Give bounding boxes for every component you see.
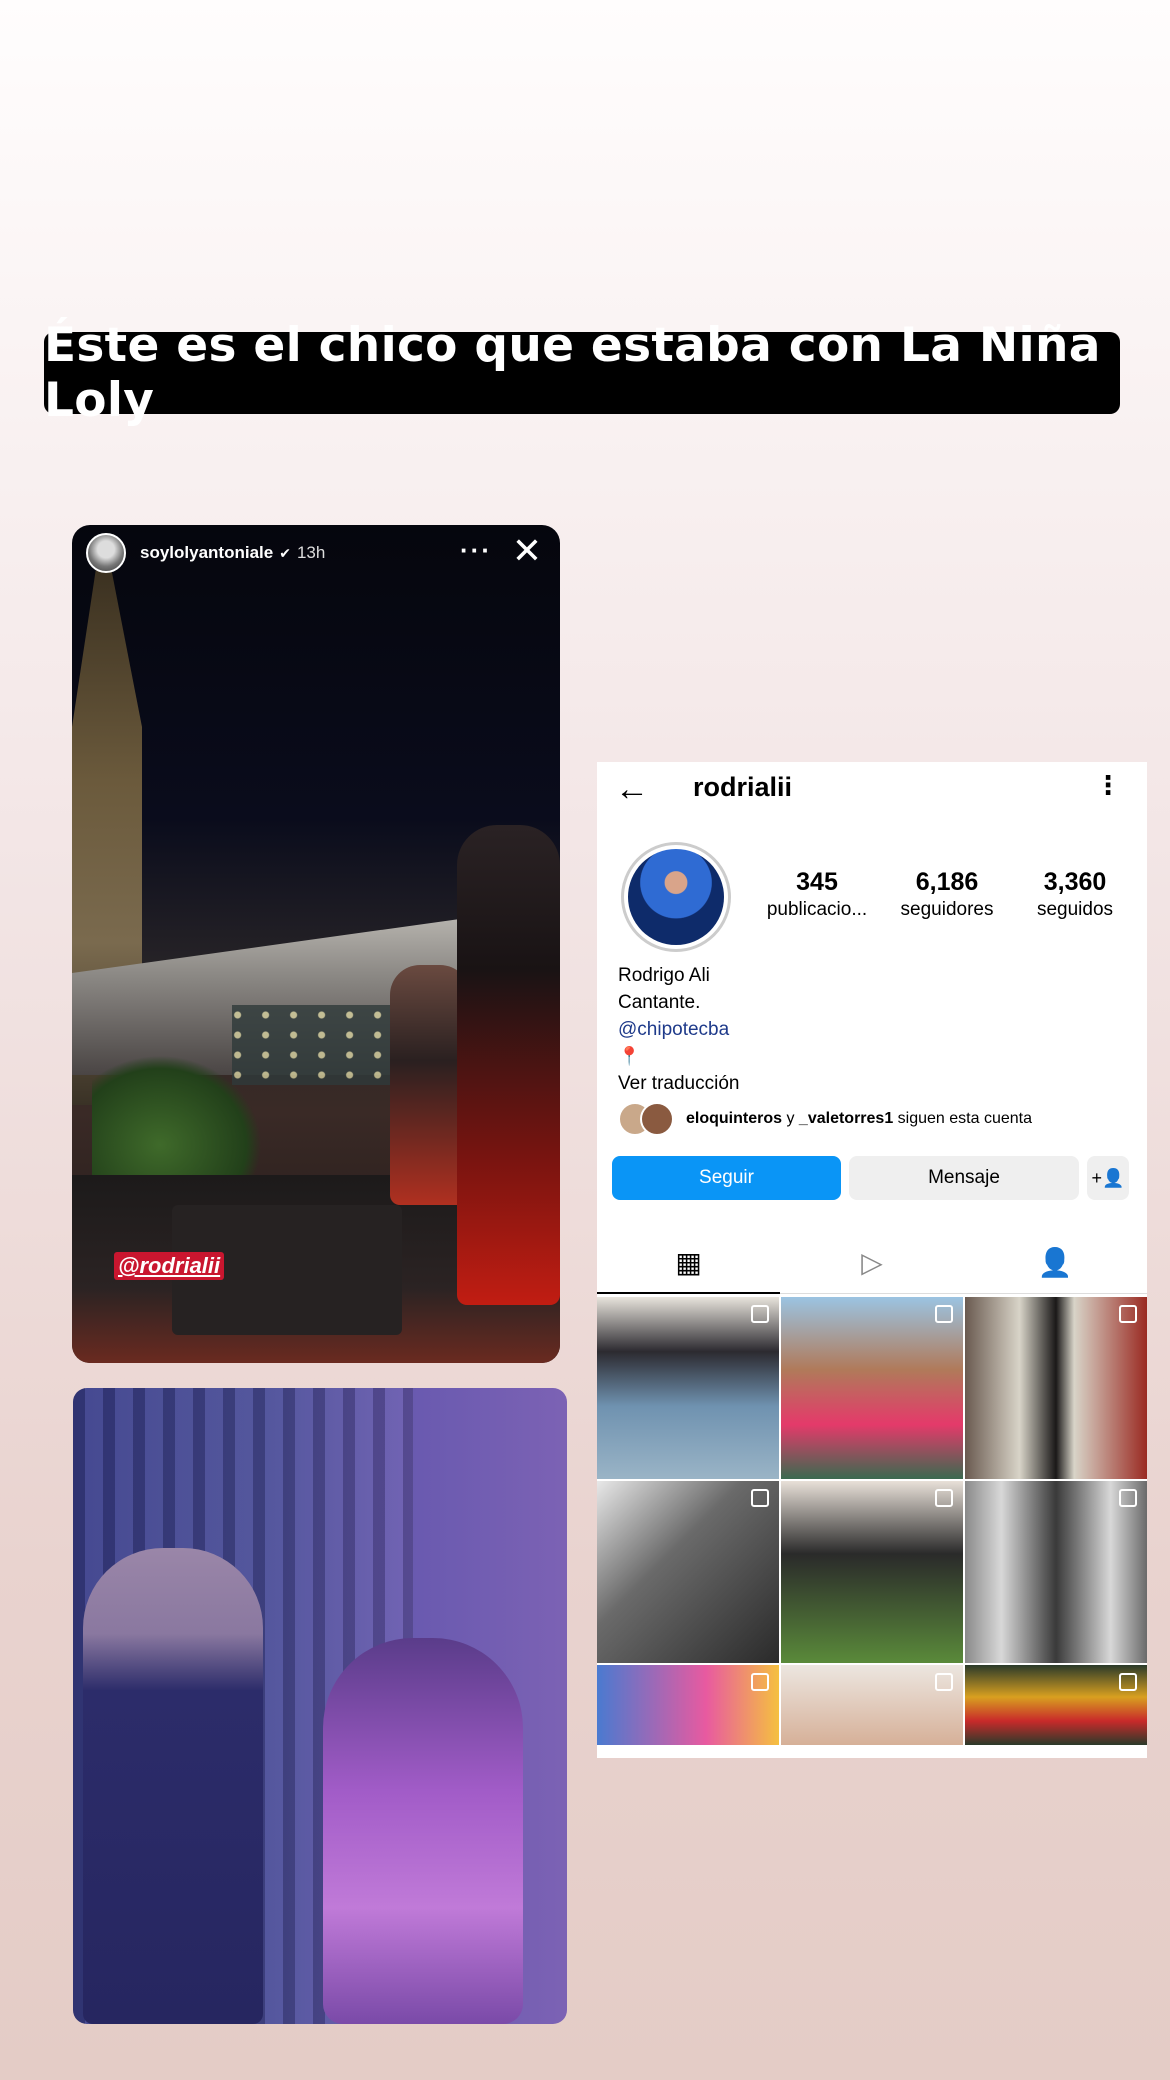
avatar[interactable] [86,533,126,573]
message-button[interactable]: Mensaje [849,1156,1079,1200]
profile-bio: Rodrigo Ali Cantante. @chipotecba 📍 Ver … [618,962,739,1097]
more-horizontal-icon[interactable]: ··· [460,535,492,566]
story-card-video [73,1388,567,2024]
followed-by[interactable]: eloquinteros y _valetorres1 siguen esta … [618,1102,1032,1136]
story-time: 13h [296,543,326,562]
stat-following[interactable]: 3,360 seguidos [1015,868,1135,921]
stat-posts[interactable]: 345 publicacio... [757,868,877,921]
reels-icon[interactable]: ▷ [780,1232,964,1294]
post-thumbnail[interactable] [965,1297,1147,1479]
posts-grid [597,1297,1147,1745]
person-woman [323,1638,523,2024]
add-person-icon[interactable]: +👤 [1087,1156,1129,1200]
stat-posts-value: 345 [796,868,838,896]
profile-actions: Seguir Mensaje +👤 [612,1156,1129,1200]
multi-photo-icon [935,1489,953,1507]
stat-following-value: 3,360 [1043,868,1107,896]
tagged-icon[interactable]: 👤 [963,1232,1147,1294]
back-arrow-icon[interactable]: ← [615,770,649,809]
stat-following-label: seguidos [1036,899,1114,920]
avatar [640,1102,674,1136]
profile-username: rodrialii [693,772,793,802]
profile-tabs: ▦ ▷ 👤 [597,1232,1147,1294]
story-banner-text: Éste es el chico que estaba con La Niña … [44,318,1120,428]
instagram-profile: ← rodrialii ⋮ 345 publicacio... 6,186 se… [597,762,1147,1758]
follow-button[interactable]: Seguir [612,1156,841,1200]
multi-photo-icon [751,1489,769,1507]
story-header: soylolyantoniale ✔ 13h ··· ✕ [86,529,546,575]
person-man [83,1548,263,2024]
post-thumbnail[interactable] [965,1481,1147,1663]
performer-singer [457,825,560,1305]
reel-icon [935,1673,953,1691]
bio-line: Cantante. [618,992,701,1013]
close-icon[interactable]: ✕ [512,529,542,573]
location-pin-icon: 📍 [618,1046,641,1066]
post-thumbnail[interactable] [597,1297,779,1479]
multi-photo-icon [935,1305,953,1323]
stat-followers-label: seguidores [900,899,994,920]
post-thumbnail[interactable] [781,1297,963,1479]
profile-avatar[interactable] [621,842,731,952]
post-thumbnail[interactable] [781,1481,963,1663]
multi-photo-icon [1119,1305,1137,1323]
followed-by-text: eloquinteros y _valetorres1 siguen esta … [686,1110,1032,1127]
post-thumbnail[interactable] [781,1665,963,1745]
stat-followers-value: 6,186 [915,868,979,896]
post-thumbnail[interactable] [597,1665,779,1745]
translate-link[interactable]: Ver traducción [618,1070,739,1097]
multi-photo-icon [1119,1489,1137,1507]
multi-photo-icon [751,1673,769,1691]
story-username[interactable]: soylolyantoniale [140,543,273,563]
story-card-concert: soylolyantoniale ✔ 13h ··· ✕ @rodrialii [72,525,560,1363]
more-vertical-icon[interactable]: ⋮ [1095,772,1121,798]
grid-icon[interactable]: ▦ [597,1232,781,1294]
bio-link[interactable]: @chipotecba [618,1016,739,1043]
stat-followers[interactable]: 6,186 seguidores [887,868,1007,921]
post-thumbnail[interactable] [597,1481,779,1663]
post-thumbnail[interactable] [965,1665,1147,1745]
reel-icon [1119,1673,1137,1691]
bio-name: Rodrigo Ali [618,965,710,986]
multi-photo-icon [751,1305,769,1323]
mention-sticker[interactable]: @rodrialii [114,1252,225,1280]
stat-posts-label: publicacio... [766,899,868,920]
verified-badge-icon: ✔ [279,544,291,561]
profile-header: ← rodrialii ⋮ [597,762,1147,816]
